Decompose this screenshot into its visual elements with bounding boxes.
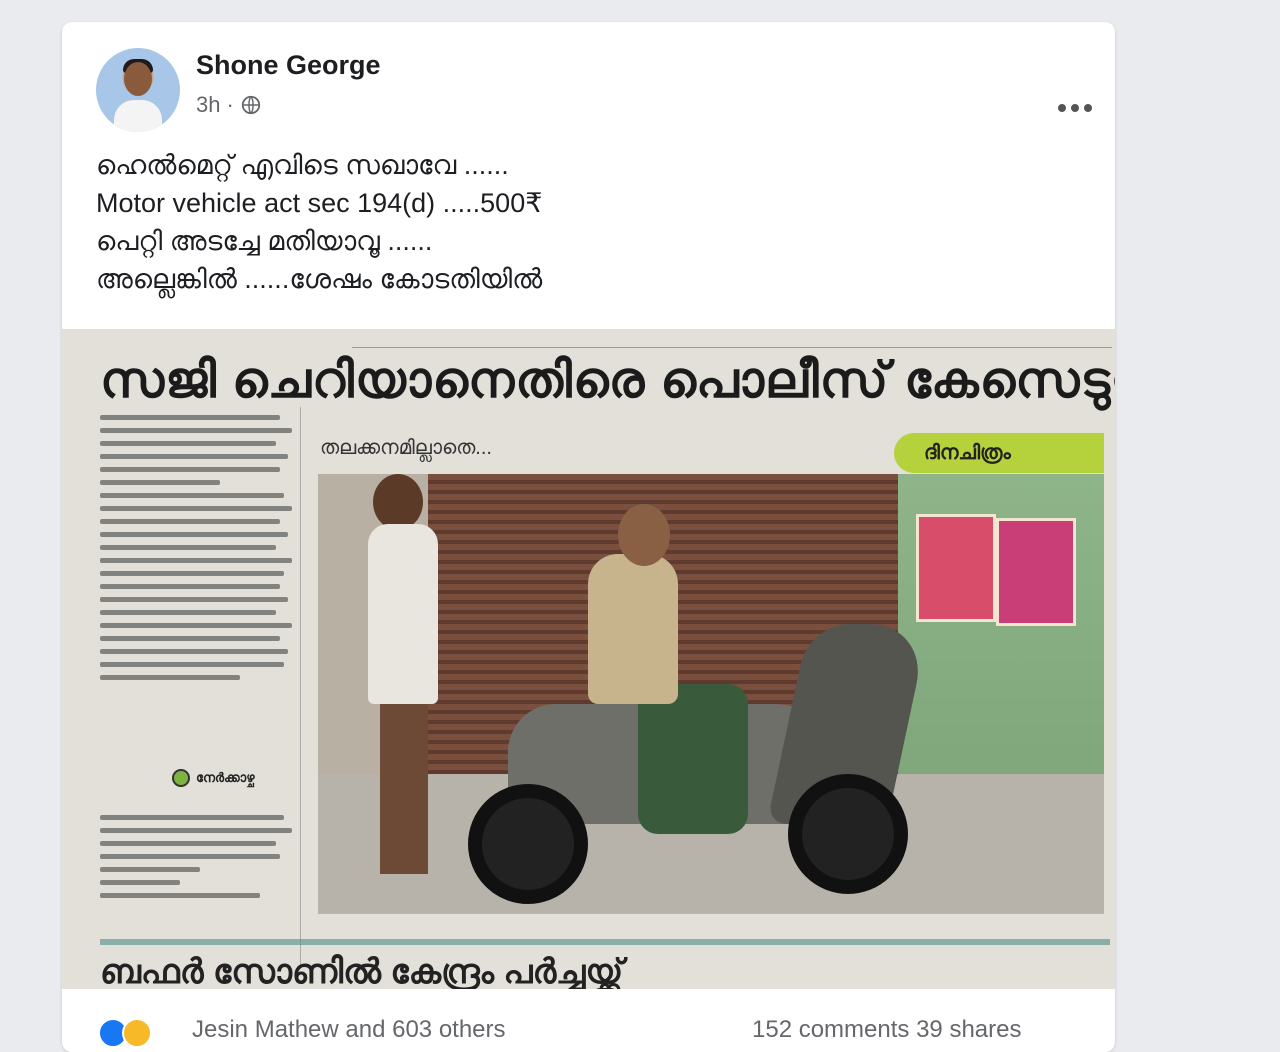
meta-separator: · — [226, 92, 234, 117]
globe-icon[interactable] — [240, 94, 262, 116]
post-line: ഹെൽമെറ്റ് എവിടെ സഖാവേ ...... — [96, 150, 509, 180]
photo-front-wheel — [788, 774, 908, 894]
post-time[interactable]: 3h — [196, 92, 220, 118]
photo-rider-torso — [588, 554, 678, 704]
photo-caption: തലക്കനമില്ലാതെ... — [320, 437, 492, 459]
comment-share-stats[interactable]: 152 comments 39 shares — [752, 1016, 1021, 1044]
reaction-names[interactable]: Jesin Mathew and 603 others — [192, 1016, 506, 1044]
photo-poster — [996, 518, 1076, 626]
post-card: Shone George 3h · ഹെൽമെറ്റ് എവിടെ സഖാവേ … — [62, 22, 1115, 1052]
more-dot — [1071, 104, 1079, 112]
newspaper-headline: സജി ചെറിയാനെതിരെ പൊലീസ് കേസെടുത്തു — [100, 352, 1115, 408]
photo-rider-head — [618, 504, 670, 566]
photo-poster — [916, 514, 996, 622]
photo-bystander-body — [368, 524, 438, 704]
column-tag-label: നേർക്കാഴ്ച — [196, 770, 255, 785]
avatar-head — [124, 62, 152, 96]
news-photo — [318, 474, 1104, 914]
eye-icon — [172, 769, 190, 787]
photo-rear-wheel — [468, 784, 588, 904]
newspaper-rule — [100, 939, 1110, 945]
column-tag: നേർക്കാഴ്ച — [172, 769, 255, 787]
reaction-icons[interactable] — [98, 1018, 152, 1048]
post-meta: 3h · — [196, 92, 262, 118]
photo-bystander-head — [373, 474, 423, 530]
photo-rider-legs — [638, 684, 748, 834]
more-dot — [1084, 104, 1092, 112]
newspaper-top-strip — [352, 329, 1112, 348]
post-line: അല്ലെങ്കിൽ ......ശേഷം കോടതിയിൽ — [96, 264, 543, 294]
column-text-lines — [100, 415, 300, 680]
newspaper-brand: ദിനചിത്രം — [894, 433, 1104, 473]
author-name[interactable]: Shone George — [196, 50, 381, 81]
post-header: Shone George 3h · — [96, 48, 1092, 132]
more-dots-icon[interactable] — [1058, 104, 1092, 112]
post-line: Motor vehicle act sec 194(d) .....500₹ — [96, 188, 543, 218]
newspaper-column: നേർക്കാഴ്ച — [100, 407, 301, 967]
newspaper-bottom-headline: ബഫർ സോണിൽ കേന്ദ്രം പർച്ചയ്ക്ക് — [100, 953, 624, 989]
post-text: ഹെൽമെറ്റ് എവിടെ സഖാവേ ...... Motor vehic… — [96, 146, 542, 298]
avatar[interactable] — [96, 48, 180, 132]
post-image[interactable]: സജി ചെറിയാനെതിരെ പൊലീസ് കേസെടുത്തു നേർക്… — [62, 329, 1115, 989]
post-line: പെറ്റി അടച്ചേ മതിയാവൂ ...... — [96, 226, 433, 256]
haha-reaction-icon — [122, 1018, 152, 1048]
more-dot — [1058, 104, 1066, 112]
photo-bystander-legs — [380, 704, 428, 874]
avatar-shirt — [114, 100, 162, 132]
column-text-lines-2 — [100, 807, 300, 906]
reactions-bar: Jesin Mathew and 603 others 152 comments… — [62, 1012, 1115, 1052]
